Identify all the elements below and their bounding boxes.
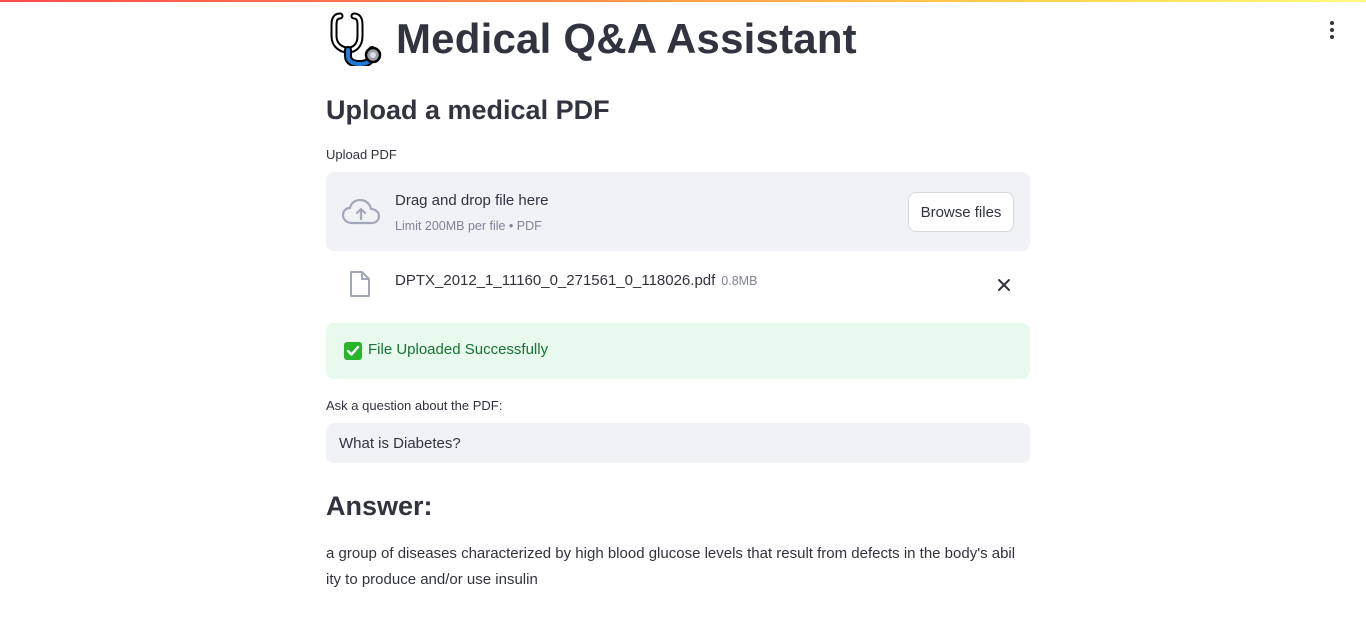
page-title: Medical Q&A Assistant: [396, 15, 857, 62]
file-name-text: DPTX_2012_1_11160_0_271561_0_118026.pdf: [395, 272, 716, 289]
menu-dot: [1330, 28, 1334, 32]
menu-dot: [1330, 35, 1334, 39]
menu-dot: [1330, 21, 1334, 25]
check-mark-button-icon: [344, 342, 362, 360]
upload-label: Upload PDF: [326, 147, 397, 162]
stethoscope-icon: [330, 12, 382, 66]
main-menu-button[interactable]: [1320, 18, 1344, 42]
top-accent-bar: [0, 0, 1366, 2]
upload-subheader: Upload a medical PDF: [326, 95, 610, 125]
question-input[interactable]: [326, 423, 1030, 463]
dropzone-limit: Limit 200MB per file • PDF: [395, 219, 542, 233]
document-icon: [350, 271, 370, 297]
question-label: Ask a question about the PDF:: [326, 398, 503, 413]
file-size: 0.8MB: [721, 274, 758, 288]
dropzone-title: Drag and drop file here: [395, 192, 549, 209]
remove-file-button[interactable]: [992, 273, 1016, 297]
cloud-upload-icon: [342, 199, 380, 225]
uploaded-file-item: DPTX_2012_1_11160_0_271561_0_118026.pdf 0…: [326, 264, 1030, 304]
success-alert: File Uploaded Successfully: [326, 323, 1030, 379]
file-name: DPTX_2012_1_11160_0_271561_0_118026.pdf 0…: [395, 272, 757, 289]
page-header: Medical Q&A Assistant: [330, 12, 857, 66]
close-icon: [998, 279, 1010, 291]
file-dropzone[interactable]: Drag and drop file here Limit 200MB per …: [326, 172, 1030, 251]
browse-files-button[interactable]: Browse files: [908, 192, 1014, 232]
answer-heading: Answer:: [326, 491, 433, 521]
success-message: File Uploaded Successfully: [368, 341, 549, 358]
answer-text: a group of diseases characterized by hig…: [326, 545, 1016, 588]
